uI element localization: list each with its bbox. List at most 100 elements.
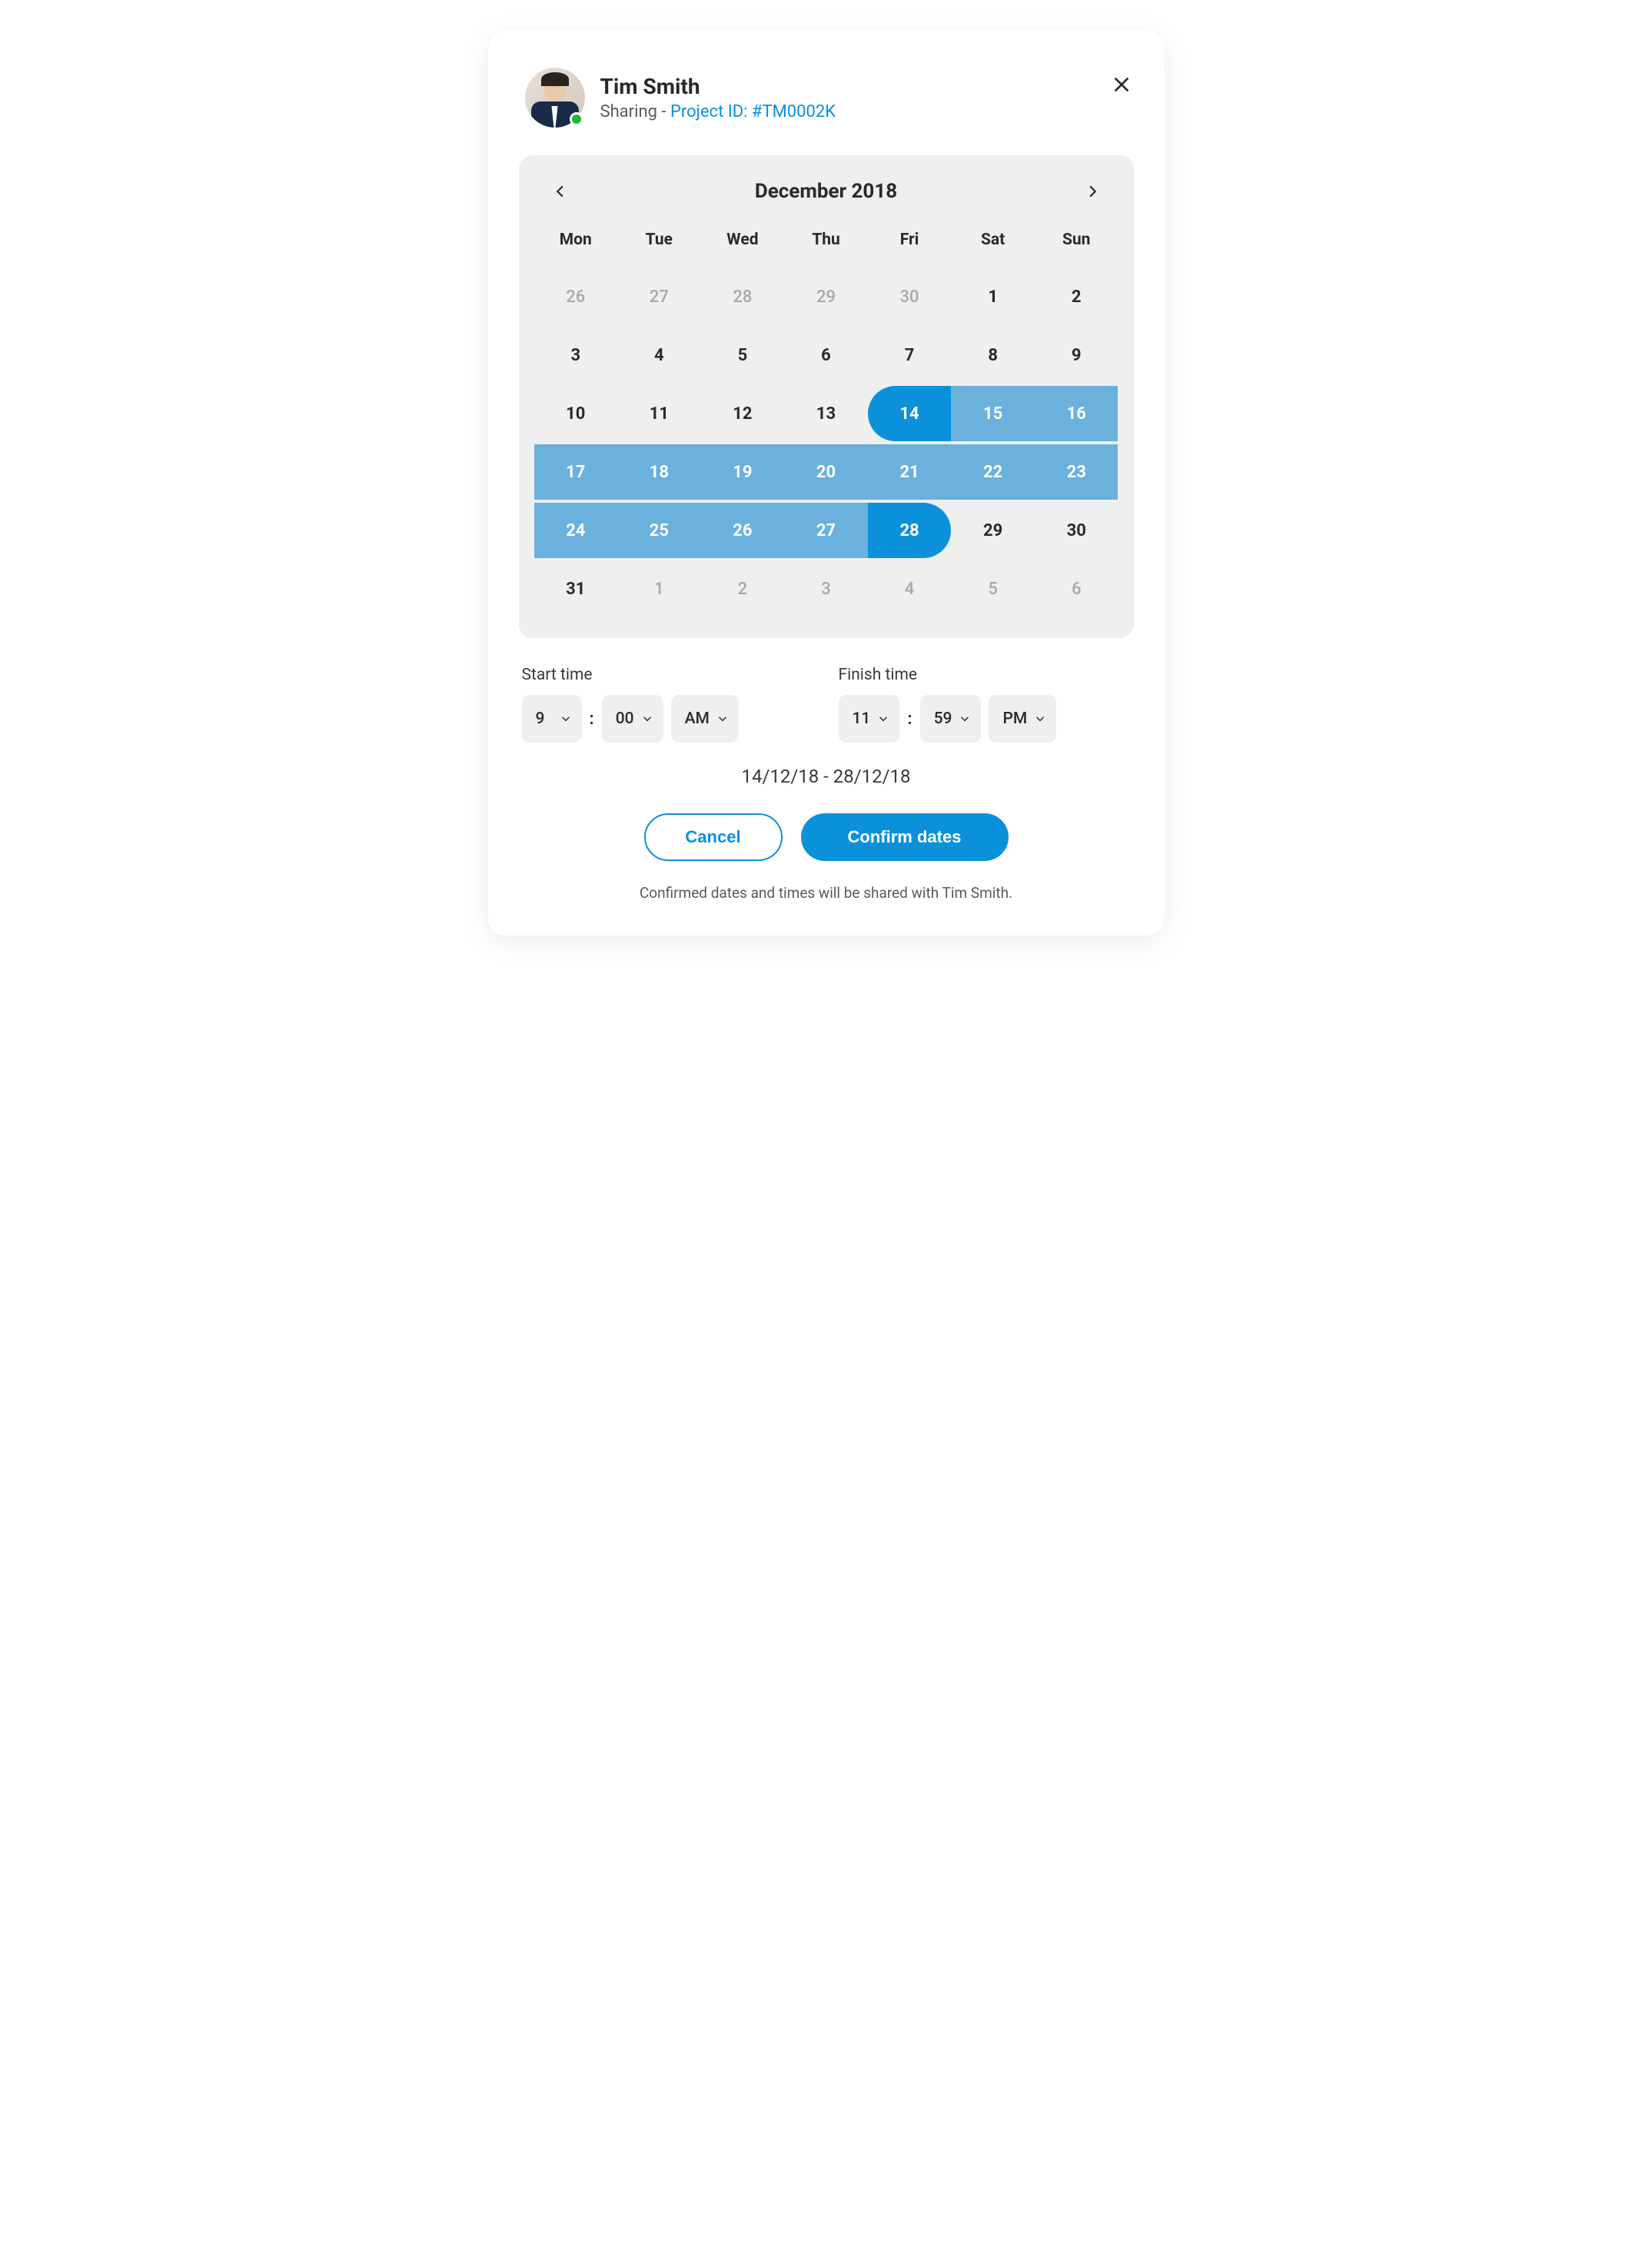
calendar-day[interactable]: 3	[784, 561, 868, 617]
calendar-day[interactable]: 27	[617, 269, 701, 324]
calendar-day[interactable]: 17	[534, 444, 618, 500]
calendar-day[interactable]: 30	[1035, 503, 1119, 558]
calendar-day[interactable]: 8	[951, 327, 1035, 383]
user-name: Tim Smith	[600, 74, 1094, 99]
calendar-day[interactable]: 25	[617, 503, 701, 558]
calendar-day[interactable]: 4	[617, 327, 701, 383]
close-button[interactable]	[1109, 72, 1134, 97]
chevron-left-icon	[553, 184, 567, 198]
start-hour-select[interactable]: 9	[522, 695, 582, 743]
calendar-day[interactable]: 21	[868, 444, 952, 500]
weekday-label: Tue	[617, 223, 701, 263]
calendar-day[interactable]: 22	[951, 444, 1035, 500]
start-time-col: Start time 9 : 00 AM	[522, 666, 814, 743]
footnote: Confirmed dates and times will be shared…	[519, 884, 1134, 902]
calendar-day[interactable]: 14	[868, 386, 952, 441]
finish-hour-select[interactable]: 11	[839, 695, 900, 743]
calendar-day[interactable]: 7	[868, 327, 952, 383]
cancel-button[interactable]: Cancel	[644, 813, 783, 861]
time-colon: :	[907, 710, 912, 729]
finish-minute-select[interactable]: 59	[920, 695, 982, 743]
calendar-day[interactable]: 11	[617, 386, 701, 441]
finish-time-col: Finish time 11 : 59 PM	[839, 666, 1131, 743]
calendar-day[interactable]: 2	[701, 561, 785, 617]
finish-period-value: PM	[1002, 710, 1027, 728]
subtitle: Sharing - Project ID: #TM0002K	[600, 102, 1094, 121]
start-minute-select[interactable]: 00	[602, 695, 663, 743]
weekday-label: Sun	[1035, 223, 1119, 263]
time-colon: :	[590, 710, 594, 729]
start-minute-value: 00	[616, 710, 634, 728]
start-hour-value: 9	[536, 710, 545, 728]
weekday-row: MonTueWedThuFriSatSun	[534, 223, 1119, 263]
calendar-day[interactable]: 5	[951, 561, 1035, 617]
calendar-day[interactable]: 31	[534, 561, 618, 617]
start-time-label: Start time	[522, 666, 814, 684]
calendar-day[interactable]: 29	[951, 503, 1035, 558]
calendar-day[interactable]: 4	[868, 561, 952, 617]
calendar-month-label: December 2018	[755, 180, 897, 203]
weekday-label: Thu	[784, 223, 868, 263]
calendar-day[interactable]: 2	[1035, 269, 1119, 324]
confirm-button[interactable]: Confirm dates	[801, 813, 1009, 861]
calendar-day[interactable]: 1	[617, 561, 701, 617]
chevron-down-icon	[1035, 713, 1045, 724]
calendar-day[interactable]: 26	[701, 503, 785, 558]
calendar-day[interactable]: 13	[784, 386, 868, 441]
chevron-down-icon	[959, 713, 970, 724]
sharing-prefix: Sharing -	[600, 102, 670, 121]
dialog-header: Tim Smith Sharing - Project ID: #TM0002K	[519, 68, 1134, 128]
calendar-day[interactable]: 9	[1035, 327, 1119, 383]
chevron-down-icon	[560, 713, 571, 724]
calendar-header: December 2018	[534, 180, 1119, 223]
next-month-button[interactable]	[1082, 181, 1103, 202]
calendar-day[interactable]: 26	[534, 269, 618, 324]
avatar-wrap	[525, 68, 585, 128]
calendar-day[interactable]: 12	[701, 386, 785, 441]
calendar-day[interactable]: 6	[784, 327, 868, 383]
start-time-inputs: 9 : 00 AM	[522, 695, 814, 743]
start-period-value: AM	[685, 710, 710, 728]
calendar-day[interactable]: 18	[617, 444, 701, 500]
chevron-down-icon	[642, 713, 653, 724]
status-online-icon	[570, 112, 583, 126]
finish-time-inputs: 11 : 59 PM	[839, 695, 1131, 743]
start-period-select[interactable]: AM	[671, 695, 739, 743]
weekday-label: Mon	[534, 223, 618, 263]
calendar-day[interactable]: 16	[1035, 386, 1119, 441]
calendar-day[interactable]: 19	[701, 444, 785, 500]
calendar-day[interactable]: 30	[868, 269, 952, 324]
calendar: December 2018 MonTueWedThuFriSatSun 2627…	[519, 155, 1134, 638]
calendar-day[interactable]: 28	[701, 269, 785, 324]
calendar-day[interactable]: 5	[701, 327, 785, 383]
prev-month-button[interactable]	[550, 181, 571, 202]
calendar-day[interactable]: 29	[784, 269, 868, 324]
finish-period-select[interactable]: PM	[989, 695, 1056, 743]
calendar-day[interactable]: 24	[534, 503, 618, 558]
calendar-day[interactable]: 3	[534, 327, 618, 383]
chevron-right-icon	[1085, 184, 1099, 198]
header-text: Tim Smith Sharing - Project ID: #TM0002K	[600, 74, 1094, 121]
finish-minute-value: 59	[934, 710, 952, 728]
date-range-display: 14/12/18 - 28/12/18	[519, 766, 1134, 787]
calendar-day[interactable]: 20	[784, 444, 868, 500]
finish-time-label: Finish time	[839, 666, 1131, 684]
calendar-day[interactable]: 1	[951, 269, 1035, 324]
calendar-day[interactable]: 28	[868, 503, 952, 558]
calendar-day[interactable]: 10	[534, 386, 618, 441]
time-section: Start time 9 : 00 AM Finish time	[519, 666, 1134, 743]
days-grid: 2627282930123456789101112131415161718192…	[534, 269, 1119, 617]
calendar-day[interactable]: 27	[784, 503, 868, 558]
finish-hour-value: 11	[853, 710, 871, 728]
close-icon	[1112, 75, 1132, 95]
calendar-day[interactable]: 6	[1035, 561, 1119, 617]
project-id-link[interactable]: Project ID: #TM0002K	[670, 102, 836, 121]
weekday-label: Sat	[951, 223, 1035, 263]
share-dates-dialog: Tim Smith Sharing - Project ID: #TM0002K…	[488, 31, 1165, 936]
calendar-day[interactable]: 23	[1035, 444, 1119, 500]
action-buttons: Cancel Confirm dates	[519, 813, 1134, 861]
chevron-down-icon	[878, 713, 889, 724]
calendar-day[interactable]: 15	[951, 386, 1035, 441]
chevron-down-icon	[717, 713, 728, 724]
weekday-label: Fri	[868, 223, 952, 263]
